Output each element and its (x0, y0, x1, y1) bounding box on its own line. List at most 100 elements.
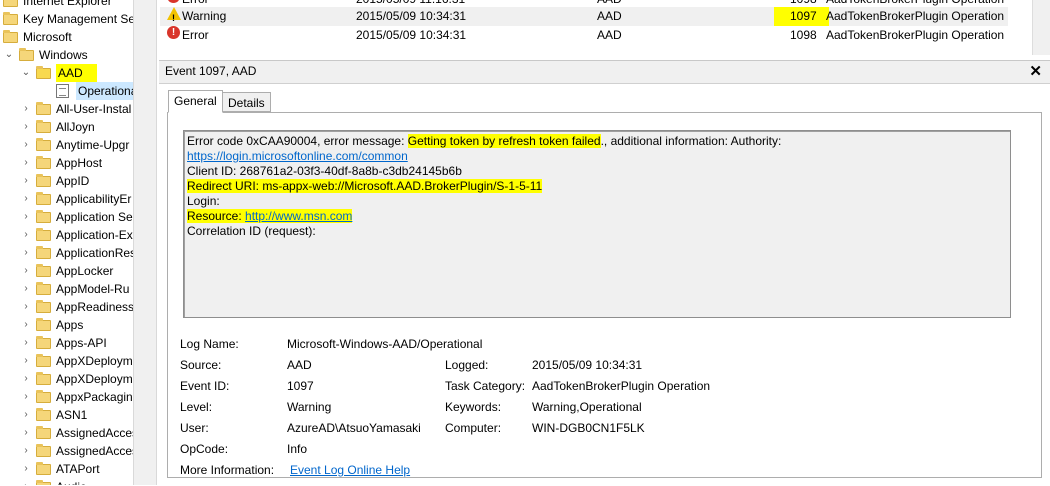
event-list-scrollbar[interactable] (1032, 0, 1050, 55)
chevron-right-icon[interactable]: › (20, 190, 32, 208)
tree-item-folder[interactable]: › AppModel-Ru (0, 280, 133, 298)
folder-icon (36, 426, 51, 439)
chevron-right-icon[interactable]: › (20, 262, 32, 280)
more-info-label: More Information: (180, 463, 275, 477)
tree-item-folder[interactable]: › Anytime-Upgr (0, 136, 133, 154)
keywords-label: Keywords: (445, 400, 502, 414)
event-list: ! Error 2015/05/09 11:16:31 AAD 1098 Aad… (160, 0, 1050, 55)
close-icon[interactable]: ✕ (1029, 62, 1042, 80)
tree-item-folder[interactable]: › ASN1 (0, 406, 133, 424)
event-row-selected[interactable]: ! Warning 2015/05/09 10:34:31 AAD 1097 A… (160, 7, 1008, 26)
tree-item-folder[interactable]: › ATAPort (0, 460, 133, 478)
tree-item-log[interactable]: Operational (0, 82, 133, 100)
tree-item-label: AppModel-Ru (56, 282, 130, 296)
detail-header: Event 1097, AAD ✕ (159, 61, 1050, 84)
chevron-right-icon[interactable]: › (20, 118, 32, 136)
source-label: Source: (180, 358, 222, 372)
message-text: ., additional information: Authority: (600, 134, 782, 148)
chevron-right-icon[interactable]: › (20, 388, 32, 406)
event-message-box[interactable]: Error code 0xCAA90004, error message: Ge… (183, 130, 1011, 318)
tree-item-folder[interactable]: › AppxPackagin (0, 388, 133, 406)
redirect-uri-line: Redirect URI: ms-appx-web://Microsoft.AA… (187, 179, 543, 193)
tree-item-folder[interactable]: › AppXDeploym (0, 370, 133, 388)
tree-item-label: Audio (56, 478, 87, 485)
tree-item-folder[interactable]: › Audio (0, 478, 133, 485)
tree-item-label: Apps-API (56, 336, 107, 350)
chevron-right-icon[interactable]: › (20, 244, 32, 262)
tree-item-label: ApplicationRes (56, 246, 133, 260)
detail-title: Event 1097, AAD (165, 64, 257, 78)
tree-item-folder[interactable]: › Apps-API (0, 334, 133, 352)
tree-item-folder[interactable]: › ApplicabilityEr (0, 190, 133, 208)
tree-item-folder[interactable]: Microsoft (0, 28, 133, 46)
folder-icon (3, 12, 18, 25)
chevron-down-icon[interactable]: ⌄ (3, 46, 15, 64)
tab-general[interactable]: General (168, 90, 223, 113)
chevron-right-icon[interactable]: › (20, 172, 32, 190)
tree-item-folder[interactable]: › AppXDeploym (0, 352, 133, 370)
tree-item-folder[interactable]: › AssignedAcces (0, 424, 133, 442)
tree-item-label: Key Management Serv (23, 12, 133, 26)
tree-item-folder[interactable]: › All-User-Instal (0, 100, 133, 118)
tree-item-folder[interactable]: ⌄ AAD (0, 64, 133, 82)
logged-value: 2015/05/09 10:34:31 (532, 358, 643, 372)
chevron-down-icon[interactable]: ⌄ (20, 64, 32, 82)
event-row[interactable]: ! Error 2015/05/09 10:34:31 AAD 1098 Aad… (160, 26, 1008, 45)
computer-label: Computer: (445, 421, 502, 435)
tree-item-folder[interactable]: Key Management Serv (0, 10, 133, 28)
chevron-right-icon[interactable]: › (20, 100, 32, 118)
chevron-right-icon[interactable]: › (20, 280, 32, 298)
tree-item-folder[interactable]: › AppHost (0, 154, 133, 172)
tree-item-folder[interactable]: › AppLocker (0, 262, 133, 280)
chevron-right-icon[interactable]: › (20, 424, 32, 442)
folder-icon (36, 66, 51, 79)
chevron-right-icon[interactable]: › (20, 352, 32, 370)
folder-icon (36, 282, 51, 295)
chevron-right-icon[interactable]: › (20, 478, 32, 485)
tree-item-label: Windows (39, 48, 88, 62)
tree-item-folder[interactable]: › Apps (0, 316, 133, 334)
event-log-online-help-link[interactable]: Event Log Online Help (290, 463, 410, 477)
tree-item-label: AppHost (56, 156, 103, 170)
tree-item-folder[interactable]: › Application Se (0, 208, 133, 226)
chevron-right-icon[interactable]: › (20, 226, 32, 244)
tree-item-label: All-User-Instal (56, 102, 132, 116)
tree-item-folder[interactable]: › ApplicationRes (0, 244, 133, 262)
authority-link[interactable]: https://login.microsoftonline.com/common (187, 149, 408, 163)
tree-item-folder[interactable]: › AllJoyn (0, 118, 133, 136)
folder-icon (36, 156, 51, 169)
tree-item-label: AppLocker (56, 264, 114, 278)
tree-item-folder[interactable]: › AppReadiness (0, 298, 133, 316)
chevron-right-icon[interactable]: › (20, 370, 32, 388)
log-name-value: Microsoft-Windows-AAD/Operational (287, 337, 483, 351)
chevron-right-icon[interactable]: › (20, 460, 32, 478)
tree-item-label: Application Se (56, 210, 133, 224)
chevron-right-icon[interactable]: › (20, 316, 32, 334)
tree-item-folder[interactable]: › AssignedAcces (0, 442, 133, 460)
keywords-value: Warning,Operational (532, 400, 642, 414)
event-viewer-tree: Internet Explorer Key Management Serv Micr… (0, 0, 133, 485)
tree-item-folder[interactable]: › AppID (0, 172, 133, 190)
folder-icon (36, 264, 51, 277)
chevron-right-icon[interactable]: › (20, 208, 32, 226)
task-category-label: Task Category: (445, 379, 526, 393)
tree-item-folder[interactable]: Internet Explorer (0, 0, 133, 10)
tab-details[interactable]: Details (222, 92, 271, 112)
chevron-right-icon[interactable]: › (20, 334, 32, 352)
pane-splitter[interactable] (133, 0, 157, 485)
login-line: Login: (187, 194, 220, 208)
chevron-right-icon[interactable]: › (20, 406, 32, 424)
tree-item-folder[interactable]: ⌄ Windows (0, 46, 133, 64)
error-icon: ! (167, 26, 180, 39)
client-id-line: Client ID: 268761a2-03f3-40df-8a8b-c3db2… (187, 164, 462, 178)
chevron-right-icon[interactable]: › (20, 442, 32, 460)
chevron-right-icon[interactable]: › (20, 136, 32, 154)
tree-item-folder[interactable]: › Application-Ex (0, 226, 133, 244)
tree-item-label: Application-Ex (56, 228, 133, 242)
tree-item-label: Microsoft (23, 30, 72, 44)
chevron-right-icon[interactable]: › (20, 298, 32, 316)
tree-item-label: ASN1 (56, 408, 88, 422)
folder-icon (36, 228, 51, 241)
chevron-right-icon[interactable]: › (20, 154, 32, 172)
resource-link[interactable]: http://www.msn.com (245, 209, 352, 223)
